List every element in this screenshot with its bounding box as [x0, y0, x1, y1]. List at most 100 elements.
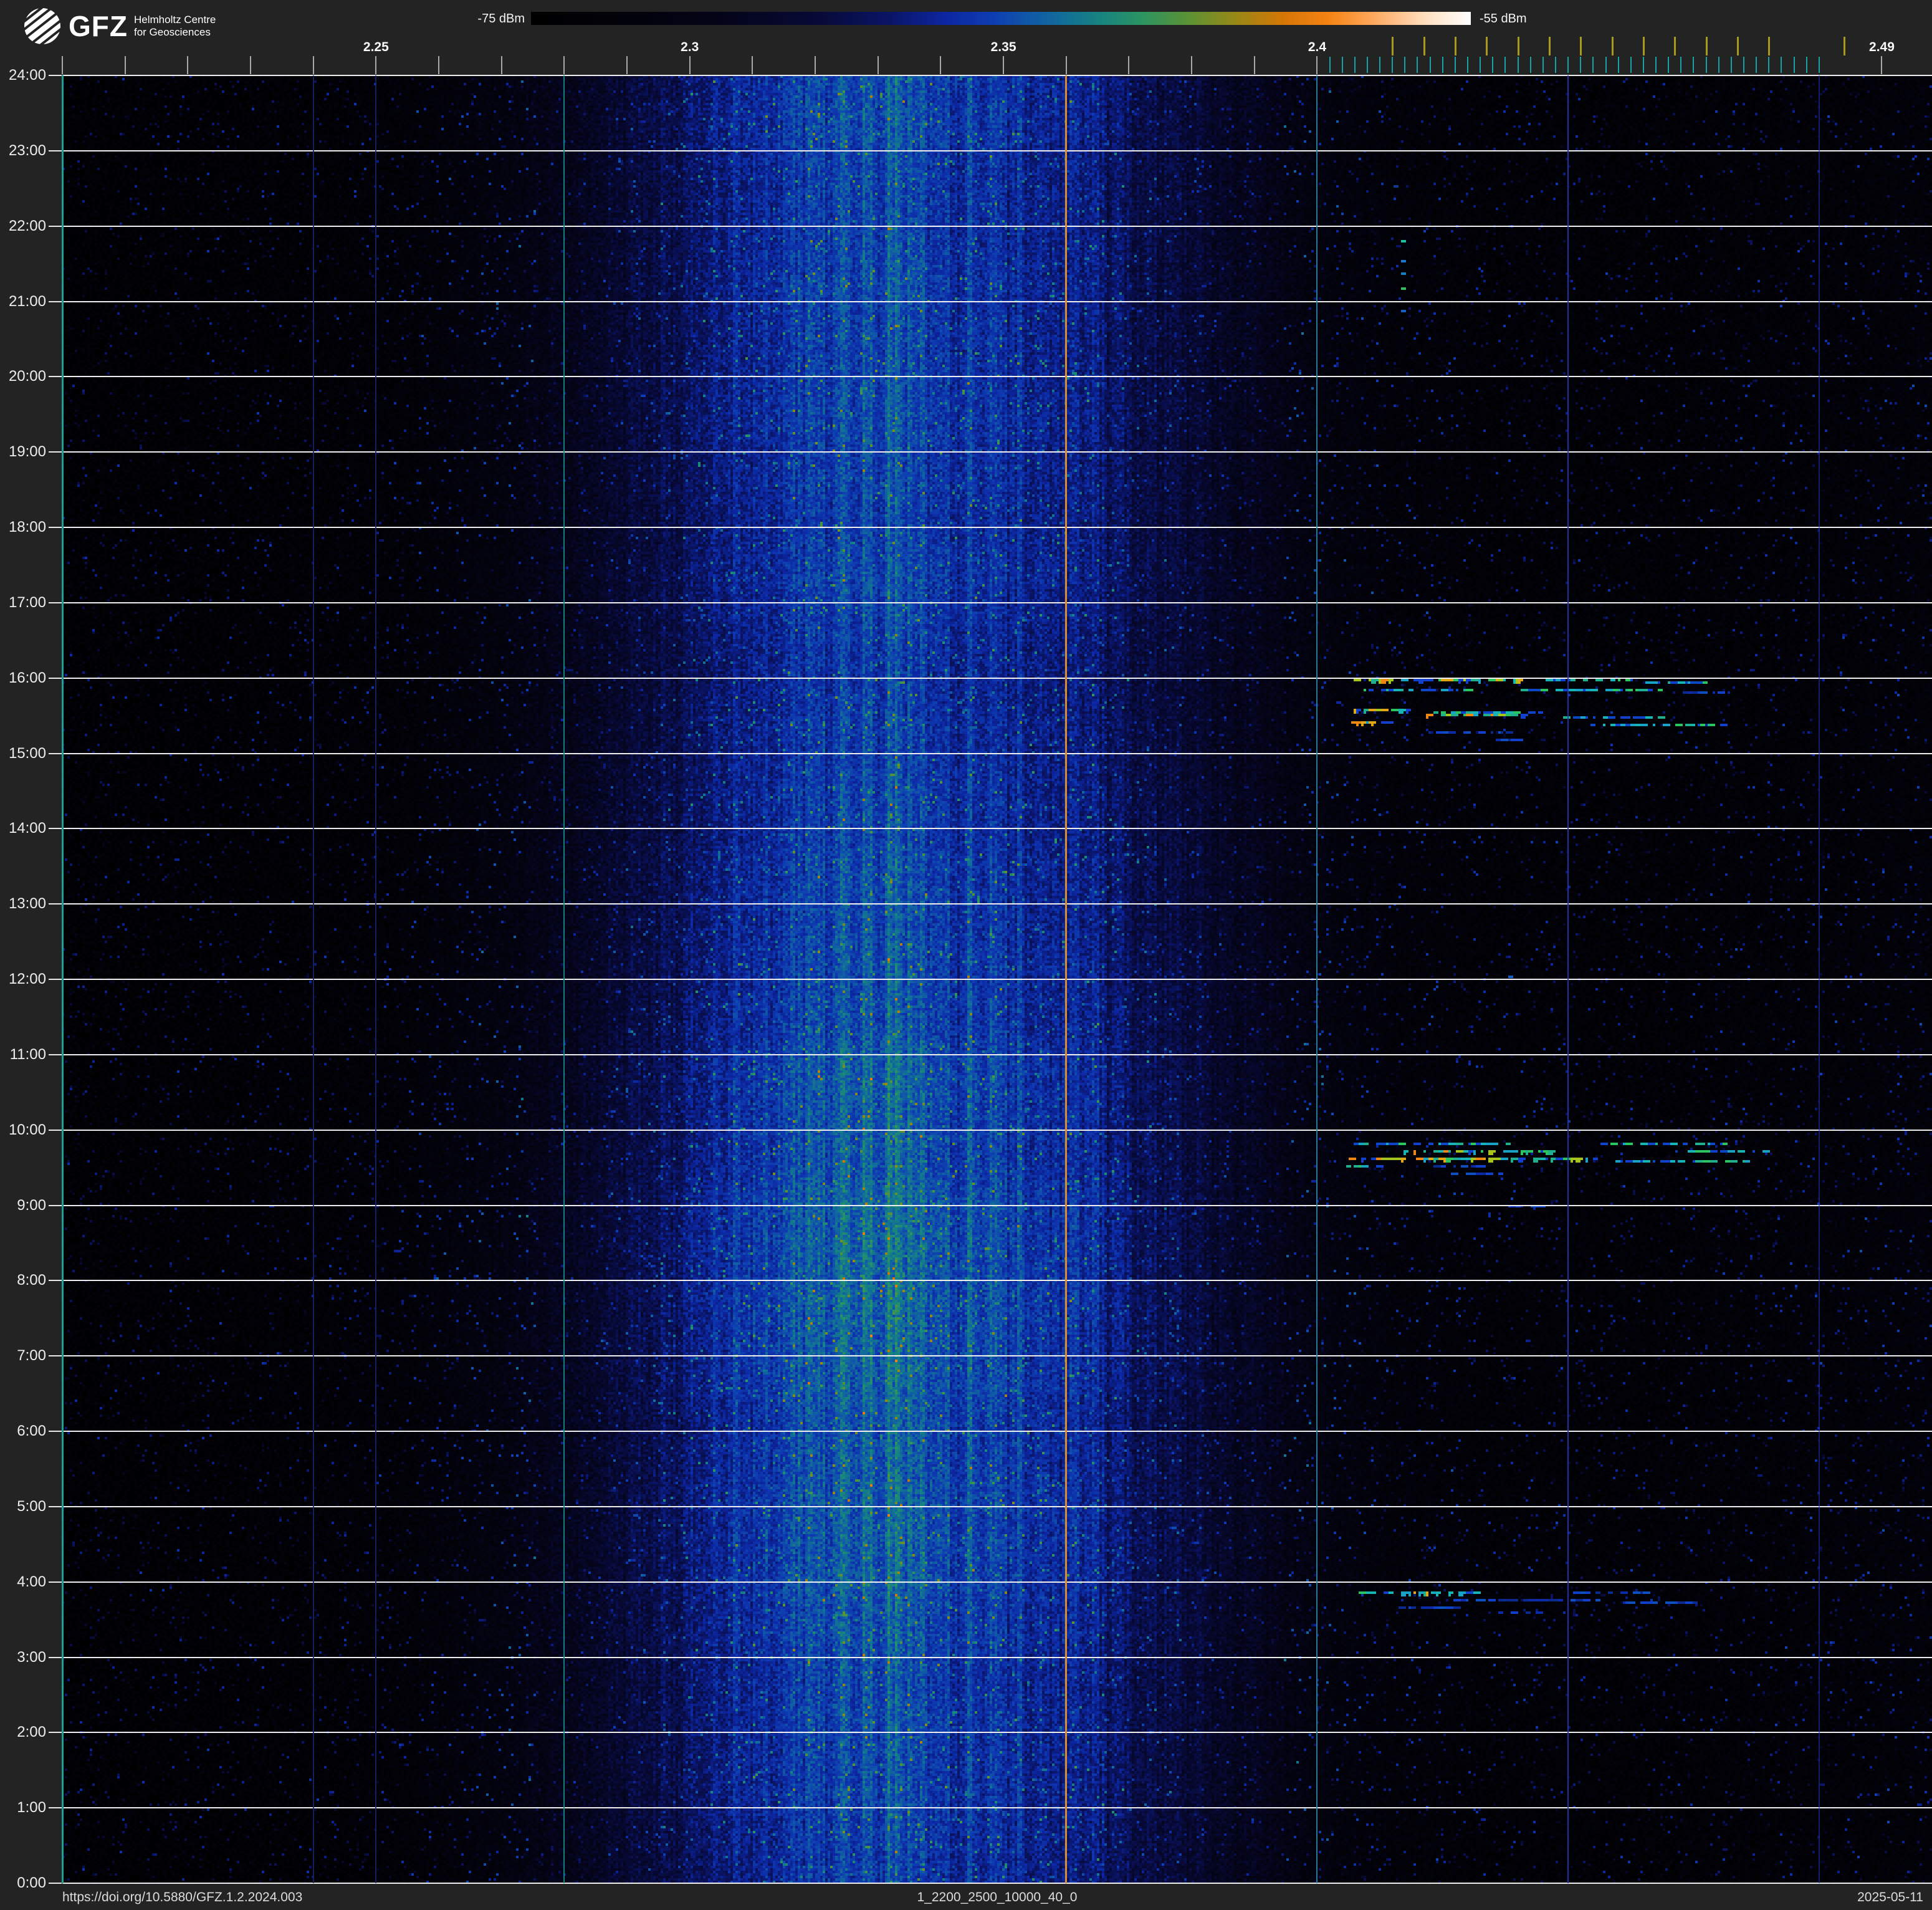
gfz-subtitle: Helmholtz Centre for Geosciences [133, 14, 216, 38]
wifi-channel-tick [1580, 37, 1582, 55]
bt-channel-tick [1454, 57, 1456, 73]
freq-tick [815, 56, 816, 74]
hour-tick [49, 300, 62, 302]
hour-label: 11:00 [9, 1045, 46, 1063]
freq-tick [438, 56, 440, 74]
hour-label: 24:00 [8, 67, 46, 84]
hour-label: 19:00 [8, 443, 46, 461]
hour-label: 9:00 [17, 1196, 46, 1214]
hour-tick [49, 979, 62, 980]
colorbar-min-label: -75 dBm [477, 12, 525, 26]
hour-tick [49, 1883, 62, 1884]
freq-tick [1065, 56, 1067, 74]
bt-channel-tick [1554, 57, 1556, 73]
hour-tick [49, 150, 62, 151]
wifi-channel-tick [1454, 37, 1456, 55]
freq-tick [312, 56, 314, 74]
wifi-channel-tick [1486, 37, 1488, 55]
wifi-channel-tick [1548, 37, 1551, 55]
bt-channel-tick [1617, 57, 1619, 73]
hour-tick [49, 1431, 62, 1432]
bt-channel-tick [1818, 57, 1820, 73]
freq-label: 2.3 [681, 40, 699, 54]
spectrogram-canvas [62, 75, 1932, 1883]
bt-channel-tick [1567, 57, 1569, 73]
hour-label: 18:00 [8, 519, 46, 535]
hour-tick [49, 1129, 62, 1131]
bt-channel-tick [1705, 57, 1707, 73]
hour-tick [49, 1505, 62, 1507]
bt-channel-tick [1517, 57, 1519, 73]
bt-channel-tick [1642, 57, 1644, 73]
freq-tick [250, 56, 251, 74]
hour-tick [49, 527, 62, 528]
hour-tick [49, 903, 62, 905]
hour-label: 23:00 [8, 142, 46, 159]
bt-channel-tick [1442, 57, 1443, 73]
hour-label: 12:00 [8, 971, 46, 987]
wifi-channel-tick [1642, 37, 1645, 55]
hour-label: 8:00 [17, 1272, 46, 1289]
bt-channel-tick [1379, 57, 1381, 73]
hour-label: 21:00 [8, 292, 46, 310]
hour-tick [49, 1280, 62, 1282]
hour-tick [49, 1355, 62, 1357]
bt-channel-tick [1580, 57, 1582, 73]
freq-tick [375, 56, 377, 74]
freq-tick [1316, 56, 1318, 74]
bt-channel-tick [1756, 57, 1757, 73]
freq-tick [500, 56, 502, 74]
freq-tick [689, 56, 691, 74]
freq-tick [124, 56, 126, 74]
hour-tick [49, 752, 62, 754]
hour-label: 16:00 [8, 669, 46, 686]
bt-channel-tick [1480, 57, 1481, 73]
wifi-channel-tick [1517, 37, 1519, 55]
hour-label: 13:00 [8, 895, 46, 913]
bt-channel-tick [1341, 57, 1343, 73]
wifi-channel-tick [1844, 37, 1846, 55]
wifi-channel-tick [1611, 37, 1614, 55]
hour-tick [49, 1204, 62, 1206]
hour-tick [49, 225, 62, 227]
hour-tick [49, 75, 62, 76]
bt-channel-tick [1630, 57, 1632, 73]
freq-tick [187, 56, 189, 74]
bt-channel-tick [1793, 57, 1795, 73]
hour-label: 20:00 [8, 368, 46, 385]
bt-channel-tick [1542, 57, 1544, 73]
hour-label: 0:00 [17, 1874, 46, 1891]
hour-label: 10:00 [8, 1121, 46, 1138]
bt-channel-tick [1781, 57, 1782, 73]
freq-tick [752, 56, 753, 74]
hour-label: 2:00 [17, 1724, 46, 1741]
bt-channel-tick [1768, 57, 1770, 73]
hour-label: 17:00 [8, 593, 46, 611]
hour-label: 4:00 [17, 1573, 46, 1590]
hour-tick [49, 1581, 62, 1583]
hour-tick [49, 451, 62, 453]
colorbar-gradient [531, 12, 1471, 25]
hour-label: 3:00 [17, 1648, 46, 1666]
bt-channel-tick [1392, 57, 1394, 73]
bt-channel-tick [1718, 57, 1719, 73]
hour-tick [49, 1053, 62, 1055]
wifi-channel-tick [1392, 37, 1394, 55]
wifi-channel-tick [1423, 37, 1425, 55]
hour-label: 15:00 [8, 744, 46, 762]
bt-channel-tick [1605, 57, 1607, 73]
freq-label: 2.49 [1869, 40, 1895, 54]
bt-channel-tick [1492, 57, 1494, 73]
freq-tick [1191, 56, 1193, 74]
hour-tick [49, 1807, 62, 1809]
bt-channel-tick [1592, 57, 1594, 73]
bt-channel-tick [1743, 57, 1744, 73]
bt-channel-tick [1467, 57, 1469, 73]
freq-tick [626, 56, 628, 74]
wifi-channel-tick [1768, 37, 1771, 55]
bt-channel-tick [1354, 57, 1356, 73]
hour-label: 7:00 [17, 1347, 46, 1365]
hour-tick [49, 677, 62, 679]
bt-channel-tick [1668, 57, 1670, 73]
hour-label: 6:00 [17, 1423, 46, 1439]
